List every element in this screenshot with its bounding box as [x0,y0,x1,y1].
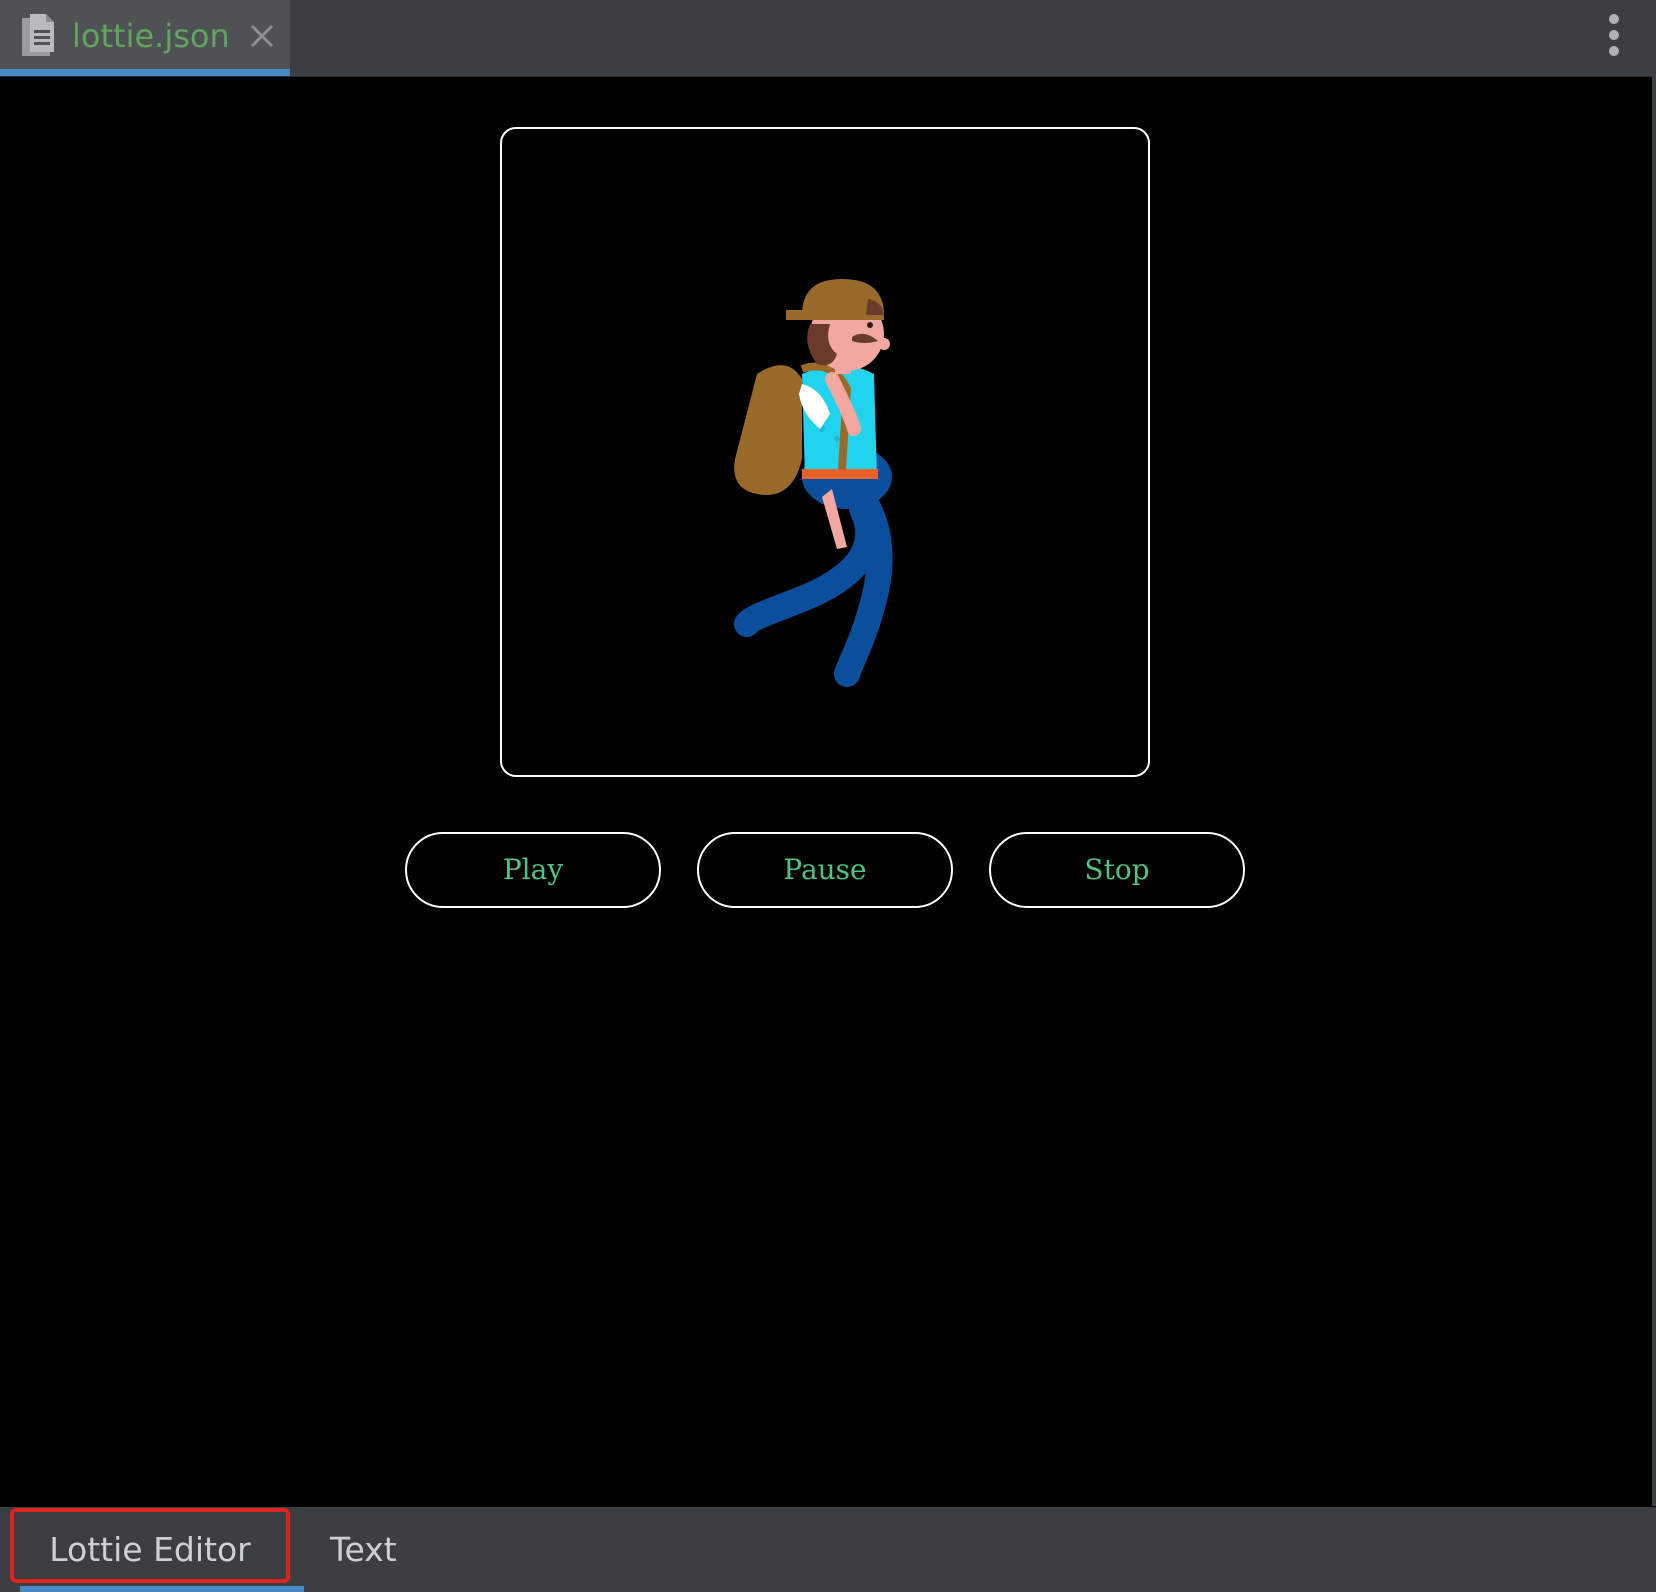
stop-button[interactable]: Stop [989,832,1245,908]
pause-button[interactable]: Pause [697,832,953,908]
editor-mode-tabs: Lottie Editor Text [0,1507,1656,1592]
active-tab-underline [20,1586,304,1592]
file-tab-label: lottie.json [72,17,230,55]
lottie-preview-area: Play Pause Stop [0,77,1652,1507]
tab-text-label: Text [330,1530,397,1569]
play-button[interactable]: Play [405,832,661,908]
lottie-editor-window: lottie.json Play Pause Stop Lottie Edito… [0,0,1656,1592]
hiker-animation [734,279,893,687]
more-vertical-icon[interactable] [1600,12,1628,62]
tab-text[interactable]: Text [330,1507,410,1592]
animation-canvas [500,127,1150,777]
active-tab-underline [0,69,290,76]
json-file-icon [22,14,54,56]
scrollbar-track [1652,76,1656,1506]
tab-lottie-editor[interactable]: Lottie Editor [10,1507,304,1592]
file-tab-lottie-json[interactable]: lottie.json [0,0,290,76]
editor-tab-bar: lottie.json [0,0,1656,77]
close-icon[interactable] [248,22,276,50]
highlight-annotation-box [10,1508,290,1583]
